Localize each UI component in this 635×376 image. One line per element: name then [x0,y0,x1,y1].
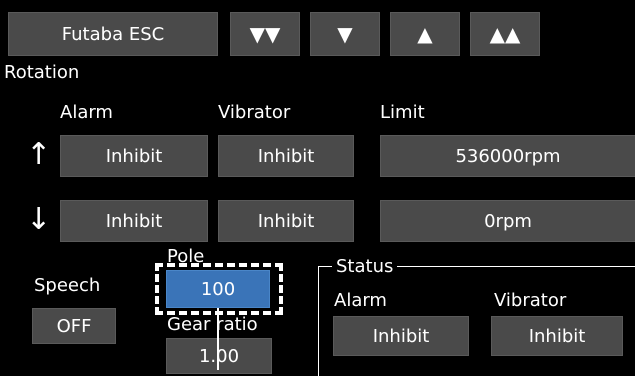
down-alarm-button[interactable]: Inhibit [60,200,208,242]
up-vibrator-button[interactable]: Inhibit [218,135,354,177]
speech-label: Speech [34,275,101,296]
double-up-icon[interactable]: ▲▲ [470,12,540,56]
vibrator-column-label: Vibrator [218,102,291,123]
gear-ratio-label: Gear ratio [167,314,258,335]
double-down-icon[interactable]: ▼▼ [230,12,300,56]
status-title: Status [332,258,398,276]
up-arrow-icon: ↑ [26,137,52,172]
down-arrow-icon: ↓ [26,202,52,237]
futaba-esc-button[interactable]: Futaba ESC [8,12,218,56]
alarm-column-label: Alarm [60,102,113,123]
up-limit-button[interactable]: 536000rpm [380,135,635,177]
status-vibrator-label: Vibrator [494,290,567,311]
speech-button[interactable]: OFF [32,308,116,344]
down-vibrator-button[interactable]: Inhibit [218,200,354,242]
down-icon[interactable]: ▼ [310,12,380,56]
status-alarm-value: Inhibit [333,316,469,356]
rotation-title: Rotation [4,62,80,83]
focus-cursor [155,263,283,315]
status-alarm-label: Alarm [334,290,387,311]
up-icon[interactable]: ▲ [390,12,460,56]
limit-column-label: Limit [380,102,425,123]
gear-ratio-button[interactable]: 1.00 [166,338,272,374]
down-limit-button[interactable]: 0rpm [380,200,635,242]
status-vibrator-value: Inhibit [491,316,623,356]
cursor-line [217,308,219,370]
up-alarm-button[interactable]: Inhibit [60,135,208,177]
